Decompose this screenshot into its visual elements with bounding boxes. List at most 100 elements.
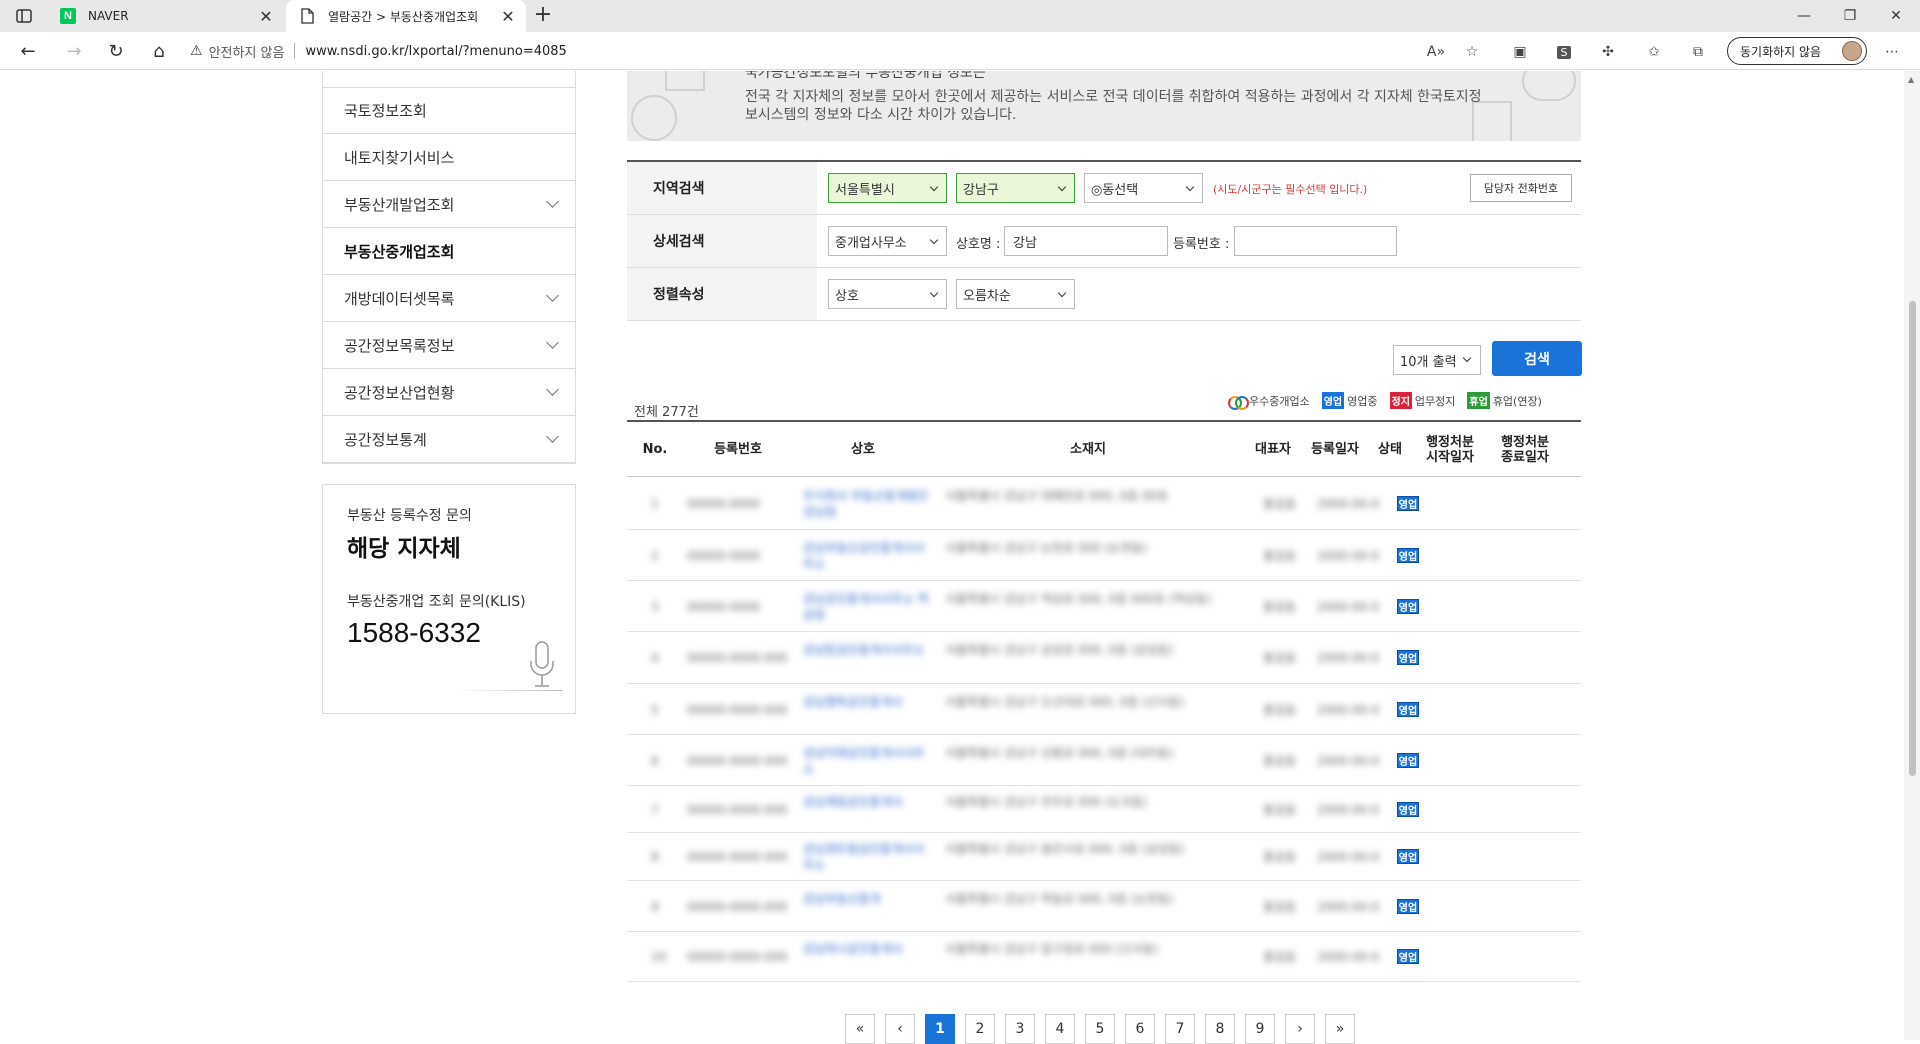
table-row[interactable]: 2 00000-0000 강남부동산공인중개사사무소 서울특별시 강남구 논현로 00… [627,530,1581,581]
refresh-button[interactable]: ↻ [102,39,130,63]
table-cell-addr: 서울특별시 강남구 언주로 000 (도곡동) [945,795,1148,809]
minimize-button[interactable]: — [1781,0,1827,32]
warning-icon[interactable]: ⚠ [190,43,203,59]
sort-order-value: 오름차순 [963,288,1011,304]
tab-actions-icon[interactable] [10,6,38,26]
window-close-button[interactable]: ✕ [1873,0,1919,32]
sido-select[interactable]: 서울특별시 [828,173,947,203]
table-cell-reg: 00000-0000-00000 [687,754,787,768]
page-icon [300,8,316,24]
column-header: 상호 [851,442,875,457]
table-cell-name[interactable]: 강남부동산중개 [803,891,931,907]
more-menu-icon[interactable]: ⋯ [1880,41,1904,63]
detail-type-select[interactable]: 중개업사무소 [828,226,947,256]
sidebar-item-my-land[interactable]: 내토지찾기서비스 [323,134,575,181]
table-cell-rep: 홍길동 [1263,703,1297,717]
security-status[interactable]: 안전하지 않음 [209,42,285,61]
table-cell-name[interactable]: 강남공인중개사사무소 역삼점 [803,591,931,623]
page-size-value: 10개 출력 [1400,354,1457,370]
page-scrollbar[interactable]: ▲ [1904,71,1920,1040]
sync-label: 동기화하지 않음 [1740,44,1822,59]
table-row[interactable]: 10 00000-0000-00000 강남하나공인중개사 서울특별시 강남구 압구정… [627,932,1581,982]
status-badge: 영업 [1397,548,1419,563]
table-cell-name[interactable]: 강남하나공인중개사 [803,941,931,957]
page-size-select[interactable]: 10개 출력 [1393,345,1481,375]
close-icon[interactable]: ✕ [256,7,276,26]
table-row[interactable]: 4 00000-0000-00000 강남탑공인중개사사무소 서울특별시 강남구 삼성… [627,632,1581,684]
sort-order-select[interactable]: 오름차순 [956,279,1075,309]
table-row[interactable]: 3 00000-0000 강남공인중개사사무소 역삼점 서울특별시 강남구 역삼로 0… [627,581,1581,632]
legend-label: 우수중개업소 [1249,394,1310,408]
status-badge: 영업 [1397,802,1419,817]
table-cell-name[interactable]: 강남부동산공인중개사사무소 [803,540,931,572]
sidebar-item-land-info[interactable]: 국토정보조회 [323,87,575,134]
scrollbar-thumb[interactable] [1909,301,1916,776]
reg-number-input[interactable] [1234,226,1397,256]
sidebar-item-label: 국토정보조회 [344,102,427,120]
tab-naver[interactable]: N NAVER ✕ [46,0,284,32]
table-cell-reg: 00000-0000 [687,549,761,563]
table-cell-rep: 홍길동 [1263,900,1297,914]
sigungu-select[interactable]: 강남구 [956,173,1075,203]
collections-icon[interactable]: ⧉ [1686,41,1710,63]
address-bar[interactable]: ⚠ 안전하지 않음 www.nsdi.go.kr/lxportal/?menun… [190,36,1480,66]
table-row[interactable]: 9 00000-0000-00000 강남부동산중개 서울특별시 강남구 학동로 00… [627,881,1581,932]
table-cell-date: 2000-00-00 [1317,703,1379,717]
table-cell-name[interactable]: 강남미래공인중개사사무소 [803,745,931,777]
back-button[interactable]: ← [14,39,42,63]
table-row[interactable]: 7 00000-0000-00000 강남제일공인중개사 서울특별시 강남구 언주로 … [627,786,1581,833]
sidebar-item-statistics[interactable]: 공간정보통계 [323,416,575,463]
table-row[interactable]: 8 00000-0000-00000 강남센트럴공인중개사사무소 서울특별시 강남구 … [627,833,1581,881]
chevron-down-icon [546,430,559,443]
close-icon[interactable]: ✕ [498,7,518,26]
best-broker-icon [1228,395,1249,410]
table-cell-date: 2000-00-00 [1317,651,1379,665]
tab-nsdi[interactable]: 열람공간 > 부동산중개업조회 ✕ [286,0,526,32]
table-cell-rep: 홍길동 [1263,651,1297,665]
url-text[interactable]: www.nsdi.go.kr/lxportal/?menuno=4085 [305,44,566,59]
business-name-label: 상호명 : [956,237,1001,252]
table-cell-name[interactable]: 강남행복공인중개사 [803,694,931,710]
table-cell-name[interactable]: 강남탑공인중개사사무소 [803,642,931,658]
sidebar-item-industry[interactable]: 공간정보산업현황 [323,369,575,416]
table-cell-no: 1 [651,497,659,511]
table-cell-name[interactable]: 강남센트럴공인중개사사무소 [803,841,931,873]
home-icon[interactable]: ⌂ [145,39,173,63]
legend-label: 영업중 [1347,394,1378,408]
table-cell-no: 3 [651,600,659,614]
favorite-add-icon[interactable]: ☆ [1460,41,1484,63]
status-badge: 영업 [1397,650,1419,665]
forward-button[interactable]: → [60,39,88,63]
new-tab-button[interactable]: + [530,4,556,28]
naver-favicon-icon: N [60,8,76,24]
table-cell-no: 10 [651,950,667,964]
chevron-down-icon [546,289,559,302]
scroll-up-icon[interactable]: ▲ [1908,75,1914,84]
sidebar-item-development[interactable]: 부동산개발업조회 [323,181,575,228]
contact-phone-button[interactable]: 담당자 전화번호 [1470,174,1572,202]
table-cell-name[interactable]: 강남제일공인중개사 [803,794,931,810]
profile-sync-button[interactable]: 동기화하지 않음 [1727,37,1867,65]
table-cell-rep: 홍길동 [1263,600,1297,614]
sidebar-item-open-data[interactable]: 개방데이터셋목록 [323,275,575,322]
sort-row: 정렬속성 상호 오름차순 [627,268,1581,321]
table-cell-name[interactable]: 주식회사 부동산중개법인 강남점 [803,488,931,520]
business-name-input[interactable]: 강남 [1004,226,1168,256]
dong-select[interactable]: ◎동선택 [1084,173,1203,203]
favorites-icon[interactable]: ✩ [1642,41,1666,63]
table-cell-reg: 00000-0000 [687,497,761,511]
extension-s-icon[interactable]: S [1552,41,1576,63]
table-row[interactable]: 6 00000-0000-00000 강남미래공인중개사사무소 서울특별시 강남구 선… [627,735,1581,786]
table-row[interactable]: 5 00000-0000-00000 강남행복공인중개사 서울특별시 강남구 도산대로… [627,684,1581,735]
search-button[interactable]: 검색 [1492,341,1582,376]
sidebar-item-brokerage[interactable]: 부동산중개업조회 [323,228,575,275]
sort-field-select[interactable]: 상호 [828,279,947,309]
read-aloud-icon[interactable]: A» [1424,41,1448,63]
extension-icon[interactable]: ▣ [1508,41,1532,63]
status-badge: 영업 [1397,753,1419,768]
table-row[interactable]: 1 00000-0000 주식회사 부동산중개법인 강남점 서울특별시 강남구 테헤란… [627,478,1581,530]
table-cell-no: 6 [651,754,659,768]
sidebar-item-catalog[interactable]: 공간정보목록정보 [323,322,575,369]
extensions-puzzle-icon[interactable]: ✣ [1596,41,1620,63]
restore-button[interactable]: ❐ [1827,0,1873,32]
